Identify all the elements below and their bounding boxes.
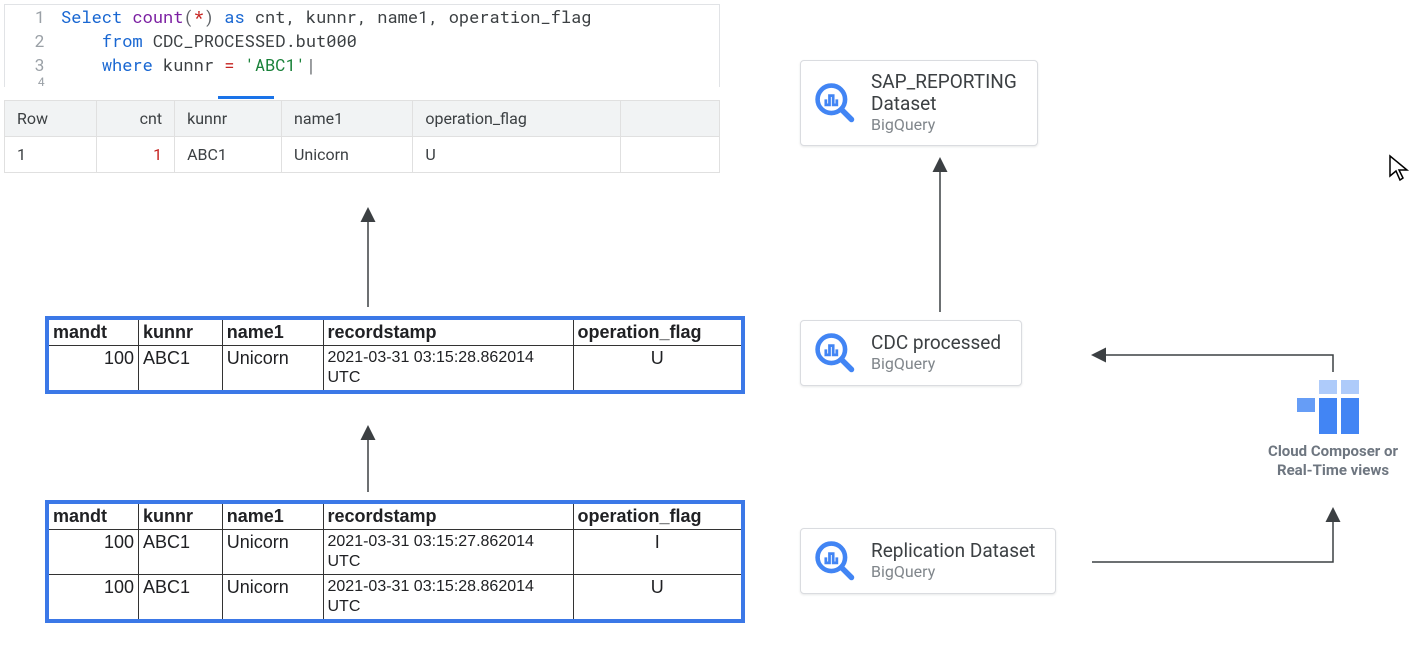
bigquery-icon (813, 81, 857, 125)
cursor-icon (1388, 154, 1410, 186)
cloud-composer-icon (1297, 380, 1369, 436)
table-row: 1 1 ABC1 Unicorn U (5, 137, 720, 173)
code-line: from CDC_PROCESSED.but000 (61, 29, 357, 53)
line-number: 2 (5, 29, 61, 53)
col-empty (621, 101, 720, 137)
table-row: 100 ABC1 Unicorn 2021-03-31 03:15:28.862… (47, 346, 743, 393)
line-number: 1 (5, 5, 61, 29)
line-number: 4 (5, 77, 61, 87)
node-replication-dataset: Replication Dataset BigQuery (800, 528, 1056, 594)
code-line: where kunnr = 'ABC1'| (61, 53, 316, 77)
node-subtitle: Dataset (871, 93, 1017, 115)
replication-dataset-table: mandt kunnr name1 recordstamp operation_… (45, 500, 745, 623)
node-sap-reporting: SAP_REPORTING Dataset BigQuery (800, 60, 1038, 146)
node-product: BigQuery (871, 354, 1001, 374)
cdc-processed-table: mandt kunnr name1 recordstamp operation_… (45, 316, 745, 394)
code-line: Select count(*) as cnt, kunnr, name1, op… (61, 5, 592, 29)
composer-label: Cloud Composer or Real-Time views (1268, 380, 1398, 480)
col-operation-flag: operation_flag (413, 101, 621, 137)
table-row: 100 ABC1 Unicorn 2021-03-31 03:15:27.862… (47, 530, 743, 575)
table-row: 100 ABC1 Unicorn 2021-03-31 03:15:28.862… (47, 575, 743, 622)
node-product: BigQuery (871, 562, 1035, 582)
node-title: CDC processed (871, 332, 1001, 354)
line-number: 3 (5, 53, 61, 77)
node-cdc-processed: CDC processed BigQuery (800, 320, 1022, 386)
col-name1: name1 (282, 101, 413, 137)
query-result-table: Row cnt kunnr name1 operation_flag 1 1 A… (4, 100, 720, 173)
active-tab-indicator (218, 96, 274, 99)
node-product: BigQuery (871, 115, 1017, 135)
col-kunnr: kunnr (175, 101, 282, 137)
col-row: Row (5, 101, 97, 137)
col-cnt: cnt (97, 101, 175, 137)
sql-editor: 1 Select count(*) as cnt, kunnr, name1, … (4, 4, 720, 87)
node-title: Replication Dataset (871, 540, 1035, 562)
bigquery-icon (813, 539, 857, 583)
bigquery-icon (813, 331, 857, 375)
node-title: SAP_REPORTING (871, 71, 1017, 93)
